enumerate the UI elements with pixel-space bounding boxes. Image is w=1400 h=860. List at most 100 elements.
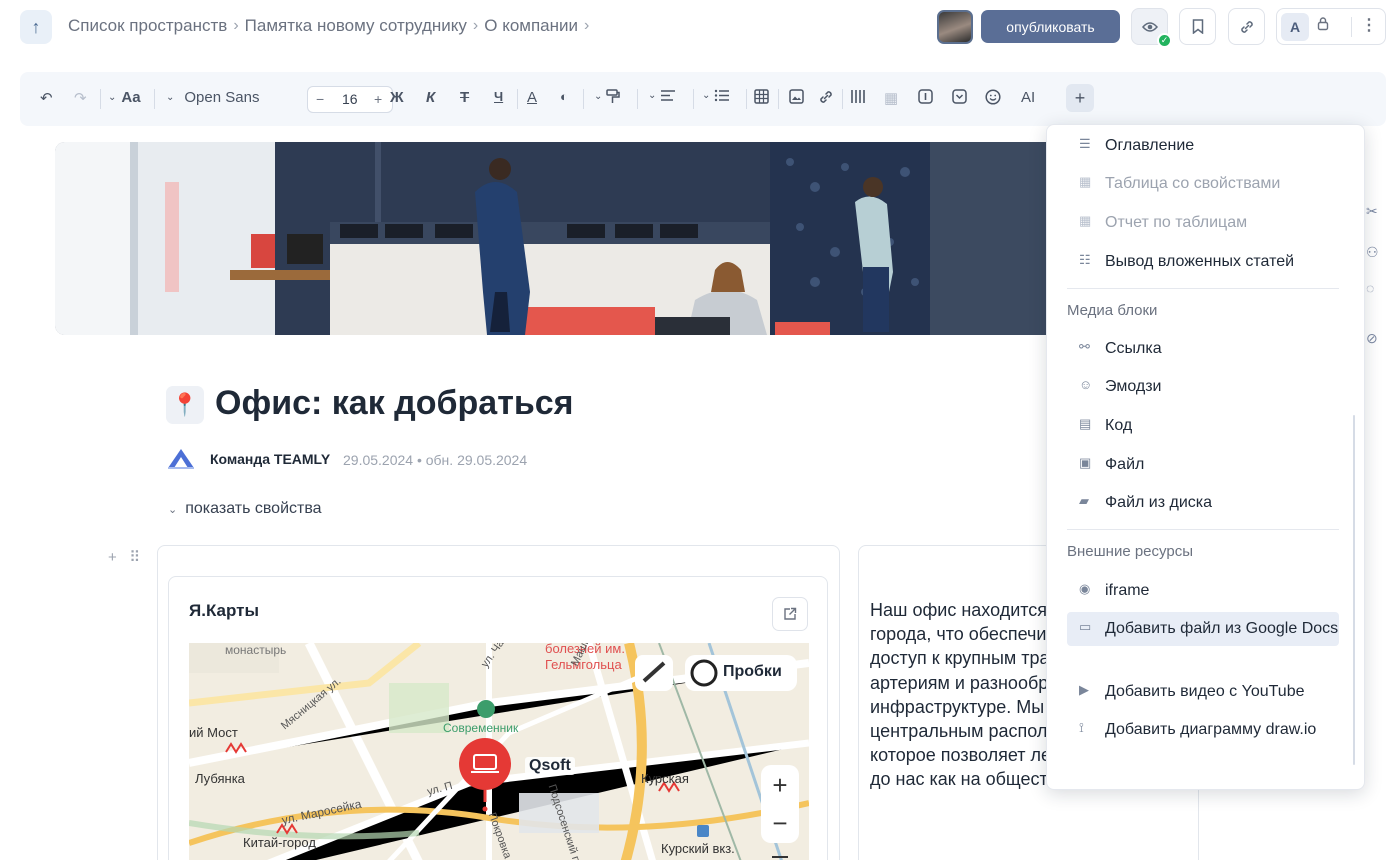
share-icon[interactable]: ✂ (1366, 203, 1378, 220)
appearance-button[interactable]: A (1281, 13, 1309, 41)
strikethrough-button[interactable]: Т (460, 89, 469, 106)
format-toolbar: ↶ ↷ ⌄ Aa ⌄ Open Sans − 16 + Ж К Т Ч A ◐ … (20, 72, 1386, 126)
lock-icon[interactable] (1317, 16, 1329, 34)
divider (517, 89, 518, 109)
zoom-out-button[interactable]: − (761, 805, 799, 841)
bold-button[interactable]: Ж (390, 89, 404, 106)
text-style-dropdown[interactable]: ⌄ Aa (108, 89, 141, 106)
plus-icon[interactable]: + (374, 91, 382, 107)
author-name[interactable]: Команда TEAMLY (210, 451, 330, 467)
diagram-icon: ⟟ (1079, 720, 1084, 735)
comment-icon[interactable]: ◌ (1366, 280, 1374, 296)
external-link-icon (784, 607, 797, 620)
folder-icon: ▰ (1079, 493, 1089, 508)
map-title: Я.Карты (189, 601, 259, 620)
menu-item-toc[interactable]: ☰ Оглавление (1067, 134, 1339, 158)
traffic-button[interactable]: Пробки (685, 655, 797, 691)
menu-item-link[interactable]: ⚯ Ссылка (1067, 337, 1339, 361)
font-family-value: Open Sans (184, 89, 260, 106)
menu-item-google-docs[interactable]: ▭ Добавить файл из Google Docs (1067, 612, 1339, 646)
ai-button[interactable]: AI (1021, 89, 1035, 106)
menu-item-tables-report[interactable]: ▦ Отчет по таблицам (1067, 211, 1339, 235)
map-label-monastery: монастырь (225, 643, 287, 657)
top-bar: ↑ Список пространств › Памятка новому со… (0, 0, 1400, 56)
list-dropdown[interactable]: ⌄ (702, 89, 730, 102)
block-handle[interactable]: + ⠿ (108, 548, 140, 566)
bullet-list-icon (715, 89, 730, 102)
format-painter-dropdown[interactable]: ⌄ (594, 89, 621, 104)
menu-scrollbar[interactable] (1353, 415, 1355, 765)
align-dropdown[interactable]: ⌄ (648, 89, 676, 102)
minus-icon[interactable]: − (316, 91, 324, 107)
menu-item-iframe[interactable]: ◉ iframe (1067, 579, 1339, 603)
bookmark-icon (1192, 19, 1203, 34)
link-icon[interactable] (818, 89, 834, 105)
menu-item-drawio[interactable]: ⟟ Добавить диаграмму draw.io (1067, 718, 1339, 742)
arrow-up-icon[interactable]: ↑ (20, 10, 52, 44)
menu-item-code[interactable]: ▤ Код (1067, 414, 1339, 438)
menu-item-youtube[interactable]: ▶ Добавить видео с YouTube (1067, 680, 1339, 704)
table-props-icon: ▦ (1079, 174, 1092, 189)
publish-button[interactable]: опубликовать (981, 10, 1120, 43)
map-view[interactable]: монастырь болезней им. Гельмгольца Совре… (189, 643, 809, 860)
calendar-icon[interactable]: ▦ (884, 89, 898, 107)
chevron-down-icon: ⌄ (108, 92, 117, 103)
columns-icon[interactable] (850, 89, 866, 104)
menu-item-file-from-disk[interactable]: ▰ Файл из диска (1067, 491, 1339, 515)
emoji-icon: ☺ (1079, 377, 1093, 392)
font-size-value[interactable]: 16 (342, 91, 358, 107)
emoji-icon[interactable] (985, 89, 1001, 105)
menu-item-nested-articles[interactable]: ☷ Вывод вложенных статей (1067, 250, 1339, 274)
breadcrumb-item-spaces[interactable]: Список пространств (68, 16, 227, 36)
chevron-right-icon: › (472, 17, 479, 34)
list-icon: ☷ (1079, 252, 1091, 267)
menu-item-emoji[interactable]: ☺ Эмодзи (1067, 375, 1339, 399)
info-block-icon[interactable] (918, 89, 933, 104)
menu-section-media: Медиа блоки (1067, 302, 1158, 319)
menu-item-properties-table[interactable]: ▦ Таблица со свойствами (1067, 172, 1339, 196)
divider (1351, 17, 1352, 37)
zoom-in-button[interactable]: + (761, 767, 799, 803)
divider (842, 89, 843, 109)
copy-link-button[interactable] (1228, 8, 1265, 45)
dropdown-block-icon[interactable] (952, 89, 967, 104)
underline-button[interactable]: Ч (494, 89, 503, 104)
map-marker-label[interactable]: Qsoft (525, 757, 575, 775)
chevron-right-icon: › (584, 17, 590, 34)
undo-icon[interactable]: ↶ (40, 89, 53, 107)
header-actions-group: A ⋮ (1276, 8, 1386, 45)
eye-icon: ◉ (1079, 581, 1091, 596)
font-family-select[interactable]: ⌄ Open Sans (166, 89, 259, 106)
pin-icon[interactable]: 📍 (166, 386, 204, 424)
toc-icon: ☰ (1079, 136, 1091, 151)
more-vertical-icon[interactable]: ⋮ (1361, 15, 1377, 35)
divider (778, 89, 779, 109)
paint-roller-icon (606, 89, 621, 103)
menu-item-file[interactable]: ▣ Файл (1067, 453, 1339, 477)
text-color-button[interactable]: A (527, 89, 537, 106)
link-icon (1240, 20, 1253, 33)
ruler-icon[interactable] (635, 655, 673, 691)
font-size-stepper[interactable]: − 16 + (307, 86, 393, 113)
redo-icon[interactable]: ↷ (74, 89, 87, 107)
chevron-down-icon: ⌄ (702, 90, 711, 101)
italic-button[interactable]: К (426, 89, 435, 106)
breadcrumb-item-about[interactable]: О компании (484, 16, 578, 36)
image-icon[interactable] (789, 89, 804, 104)
chevron-down-icon: ⌄ (168, 504, 178, 516)
breadcrumb-item-onboarding[interactable]: Памятка новому сотруднику (245, 16, 467, 36)
external-link-button[interactable] (772, 597, 808, 631)
breadcrumb: Список пространств › Памятка новому сотр… (68, 16, 595, 36)
avatar[interactable] (937, 10, 973, 44)
check-icon: ✓ (1157, 33, 1172, 48)
link-icon: ⚯ (1079, 339, 1090, 354)
table-icon[interactable] (754, 89, 769, 104)
link-icon[interactable]: ⊘ (1366, 330, 1378, 347)
insert-plus-button[interactable]: + (1066, 84, 1094, 112)
chevron-right-icon: › (233, 17, 239, 34)
highlight-icon[interactable]: ◐ (560, 89, 568, 104)
show-properties-toggle[interactable]: ⌄ показать свойства (168, 500, 322, 518)
bookmark-button[interactable] (1179, 8, 1216, 45)
chevron-down-icon: ⌄ (648, 90, 657, 101)
users-icon[interactable]: ⚇ (1366, 244, 1379, 261)
